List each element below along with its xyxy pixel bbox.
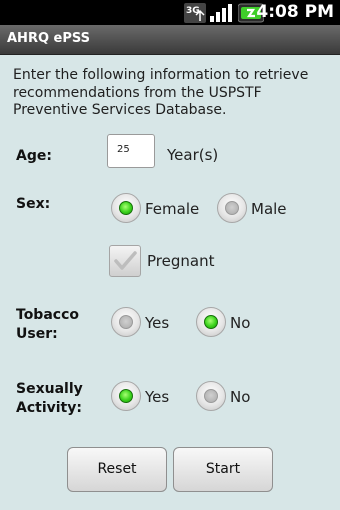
tobacco-label-line2: User:	[16, 326, 58, 342]
app-title: AHRQ ePSS	[7, 31, 91, 46]
sexual-no-label: No	[230, 388, 251, 406]
checkmark-icon	[114, 251, 137, 270]
pregnant-label: Pregnant	[147, 252, 215, 270]
intro-text: Enter the following information to retri…	[13, 67, 309, 118]
clock: 4:08 PM	[256, 2, 334, 22]
age-input[interactable]: 25	[107, 134, 155, 168]
sexual-no-radio[interactable]	[196, 381, 226, 411]
signal-strength-icon	[210, 4, 232, 22]
sexual-yes-radio[interactable]	[111, 381, 141, 411]
app-title-bar: AHRQ ePSS	[0, 25, 340, 55]
tobacco-no-label: No	[230, 314, 251, 332]
sex-male-label: Male	[251, 200, 287, 218]
sex-male-radio[interactable]	[217, 193, 247, 223]
status-bar: 3G 4:08 PM	[0, 0, 340, 25]
sexual-activity-label: Sexually Activity:	[16, 380, 83, 418]
tobacco-label-line1: Tobacco	[16, 307, 79, 323]
pregnant-checkbox[interactable]	[109, 245, 141, 277]
start-button[interactable]: Start	[173, 447, 273, 492]
tobacco-no-radio[interactable]	[196, 307, 226, 337]
sex-label: Sex:	[16, 196, 51, 212]
age-label: Age:	[16, 148, 52, 164]
3g-signal-icon: 3G	[184, 3, 206, 23]
sexual-yes-label: Yes	[145, 388, 170, 406]
svg-text:3G: 3G	[186, 6, 200, 16]
reset-button[interactable]: Reset	[67, 447, 167, 492]
sexual-activity-label-line1: Sexually	[16, 381, 83, 397]
tobacco-yes-radio[interactable]	[111, 307, 141, 337]
age-unit-label: Year(s)	[167, 146, 219, 164]
tobacco-yes-label: Yes	[145, 314, 170, 332]
sex-female-label: Female	[145, 200, 200, 218]
sex-female-radio[interactable]	[111, 193, 141, 223]
tobacco-label: Tobacco User:	[16, 306, 79, 344]
sexual-activity-label-line2: Activity:	[16, 400, 82, 416]
